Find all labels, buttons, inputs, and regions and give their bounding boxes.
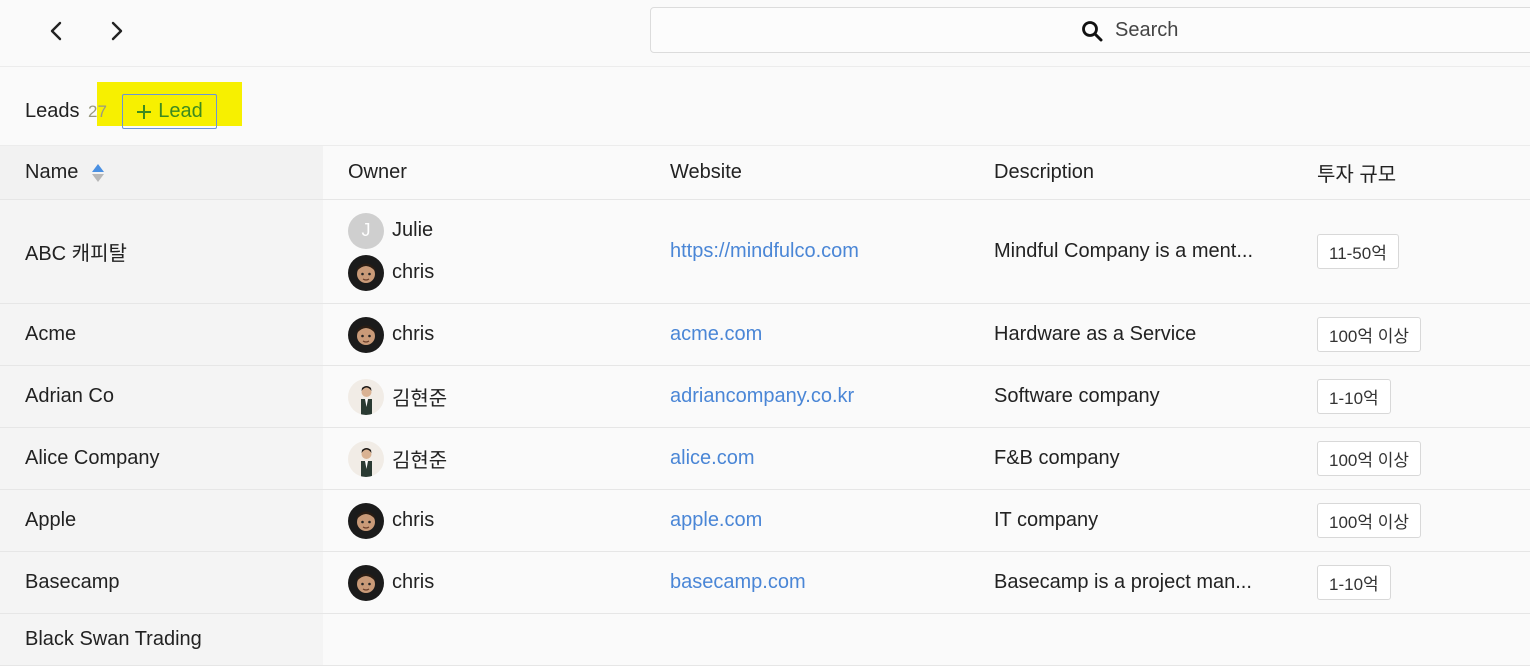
lead-name-cell[interactable]: Alice Company <box>0 427 323 490</box>
owner-cell: 김현준 <box>323 365 645 428</box>
owner-chip[interactable]: chris <box>348 500 645 542</box>
avatar <box>348 502 384 539</box>
website-cell: acme.com <box>645 303 969 366</box>
add-lead-button[interactable]: Lead <box>122 94 217 129</box>
chevron-left-icon <box>50 21 62 41</box>
description-cell <box>969 613 1292 666</box>
owner-cell: 김현준 <box>323 427 645 490</box>
owner-name: Julie <box>392 219 434 241</box>
table-row[interactable]: Acme chris acme.com Hardware as a Service 10… <box>0 303 1530 366</box>
owner-name: chris <box>392 509 435 531</box>
lead-name-cell[interactable]: ABC 캐피탈 <box>0 199 323 304</box>
website-cell <box>645 613 969 666</box>
table-row[interactable]: Apple chris apple.com IT company 100억 이상 <box>0 489 1530 552</box>
investment-size-cell: 100억 이상 <box>1292 303 1530 366</box>
avatar <box>348 378 384 415</box>
search-icon <box>1082 20 1103 41</box>
owner-cell <box>323 613 645 666</box>
investment-size-badge: 1-10억 <box>1317 565 1391 600</box>
investment-size-cell: 11-50억 <box>1292 199 1530 304</box>
description-cell: F&B company <box>969 427 1292 490</box>
avatar <box>348 564 384 601</box>
avatar <box>348 316 384 353</box>
owner-name: 김현준 <box>392 450 448 472</box>
column-header-description[interactable]: Description <box>969 145 1292 200</box>
owner-name: chris <box>392 261 435 283</box>
page-title: Leads <box>25 100 80 122</box>
owner-chip[interactable]: chris <box>348 562 645 604</box>
website-link[interactable]: adriancompany.co.kr <box>670 385 854 407</box>
avatar <box>348 254 384 291</box>
search-input[interactable]: Search <box>650 7 1530 53</box>
table-row[interactable]: Adrian Co 김현준 adriancompany.co.kr Software … <box>0 365 1530 428</box>
avatar <box>348 440 384 477</box>
table-row[interactable]: ABC 캐피탈 J Julie chris https://mindfulco.com M… <box>0 199 1530 304</box>
investment-size-cell: 100억 이상 <box>1292 427 1530 490</box>
investment-size-cell <box>1292 613 1530 666</box>
website-cell: basecamp.com <box>645 551 969 614</box>
website-link[interactable]: https://mindfulco.com <box>670 240 859 262</box>
table-row[interactable]: Black Swan Trading <box>0 613 1530 666</box>
website-link[interactable]: basecamp.com <box>670 571 806 593</box>
column-header-owner[interactable]: Owner <box>323 145 645 200</box>
owner-name: 김현준 <box>392 388 448 410</box>
lead-name-cell[interactable]: Apple <box>0 489 323 552</box>
description-cell: Mindful Company is a ment... <box>969 199 1292 304</box>
website-link[interactable]: alice.com <box>670 447 754 469</box>
plus-icon <box>137 104 152 119</box>
investment-size-badge: 100억 이상 <box>1317 317 1422 352</box>
investment-size-badge: 100억 이상 <box>1317 503 1422 538</box>
website-link[interactable]: apple.com <box>670 509 762 531</box>
table-row[interactable]: Basecamp chris basecamp.com Basecamp is a p… <box>0 551 1530 614</box>
website-cell: adriancompany.co.kr <box>645 365 969 428</box>
chevron-right-icon <box>111 21 123 41</box>
description-cell: Hardware as a Service <box>969 303 1292 366</box>
column-header-website[interactable]: Website <box>645 145 969 200</box>
investment-size-badge: 1-10억 <box>1317 379 1391 414</box>
back-button[interactable] <box>38 14 74 48</box>
lead-name-cell[interactable]: Acme <box>0 303 323 366</box>
description-cell: Software company <box>969 365 1292 428</box>
investment-size-cell: 1-10억 <box>1292 551 1530 614</box>
investment-size-cell: 1-10억 <box>1292 365 1530 428</box>
column-header-name[interactable]: Name <box>0 145 323 200</box>
owner-name: chris <box>392 571 435 593</box>
owner-cell: chris <box>323 489 645 552</box>
table-row[interactable]: Alice Company 김현준 alice.com F&B company 100억… <box>0 427 1530 490</box>
website-cell: apple.com <box>645 489 969 552</box>
lead-name-cell[interactable]: Black Swan Trading <box>0 613 323 666</box>
investment-size-cell: 100억 이상 <box>1292 489 1530 552</box>
owner-chip[interactable]: chris <box>348 252 645 294</box>
search-placeholder: Search <box>1115 19 1179 41</box>
lead-name-cell[interactable]: Basecamp <box>0 551 323 614</box>
website-cell: https://mindfulco.com <box>645 199 969 304</box>
avatar: J <box>348 212 384 249</box>
investment-size-badge: 100억 이상 <box>1317 441 1422 476</box>
owner-cell: chris <box>323 551 645 614</box>
description-cell: IT company <box>969 489 1292 552</box>
column-header-investment-size[interactable]: 투자 규모 <box>1292 145 1530 200</box>
table-header-row: Name Owner Website Description 투자 규모 <box>0 145 1530 200</box>
top-bar: Search <box>0 0 1530 67</box>
owner-name: chris <box>392 323 435 345</box>
owner-chip[interactable]: 김현준 <box>348 438 645 480</box>
forward-button[interactable] <box>99 14 135 48</box>
lead-name-cell[interactable]: Adrian Co <box>0 365 323 428</box>
description-cell: Basecamp is a project man... <box>969 551 1292 614</box>
sort-ascending-icon[interactable] <box>92 163 105 183</box>
website-link[interactable]: acme.com <box>670 323 762 345</box>
website-cell: alice.com <box>645 427 969 490</box>
owner-chip[interactable]: J Julie <box>348 210 645 252</box>
lead-count: 27 <box>88 102 107 121</box>
investment-size-badge: 11-50억 <box>1317 234 1399 269</box>
add-lead-label: Lead <box>158 100 203 122</box>
owner-chip[interactable]: 김현준 <box>348 376 645 418</box>
owner-cell: J Julie chris <box>323 199 645 304</box>
owner-cell: chris <box>323 303 645 366</box>
owner-chip[interactable]: chris <box>348 314 645 356</box>
leads-table: Name Owner Website Description 투자 규모 ABC… <box>0 145 1530 666</box>
